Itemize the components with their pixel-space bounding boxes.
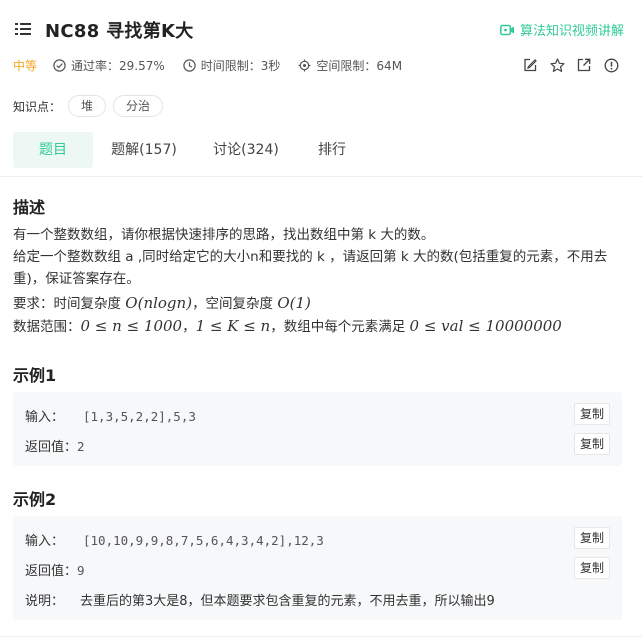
range-sep: ， — [182, 319, 196, 335]
tab-discussion[interactable]: 讨论(324) — [195, 132, 297, 168]
example-2-input-copy-button[interactable]: 复制 — [574, 527, 610, 549]
description-line-2: 给定一个整数数组 a ,同时给定它的大小n和要找的 k ，请返回第 k 大的数(… — [13, 249, 608, 287]
star-icon[interactable] — [548, 56, 566, 74]
video-link-label: 算法知识视频讲解 — [519, 24, 624, 39]
tags-label: 知识点： — [13, 99, 62, 114]
tab-ranking[interactable]: 排行 — [297, 132, 367, 168]
output-label: 返回值： — [25, 440, 78, 455]
example-2-input-value: [10,10,9,9,8,7,5,6,4,3,4,2],12,3 — [83, 533, 324, 548]
req-time-complexity: O(nlogn) — [125, 294, 193, 312]
clock-icon — [183, 58, 196, 72]
example-2-explanation: 去重后的第3大是8，但本题要求包含重复的元素，不用去重，所以输出9 — [80, 594, 495, 609]
problem-meta: 中等 通过率：29.57% 时间限制：3秒 空间限制：64M — [13, 57, 420, 73]
external-link-icon[interactable] — [575, 56, 593, 74]
range-prefix: 数据范围： — [13, 319, 81, 335]
pass-rate: 通过率：29.57% — [53, 57, 165, 74]
example-2-explanation-row: 说明： 去重后的第3大是8，但本题要求包含重复的元素，不用去重，所以输出9 — [25, 590, 495, 609]
explanation-label: 说明： — [25, 594, 65, 609]
tab-problem[interactable]: 题目 — [13, 132, 93, 168]
problem-tabs: 题目 题解(157) 讨论(324) 排行 — [13, 132, 367, 168]
chip-icon — [298, 59, 311, 71]
description-heading: 描述 — [13, 198, 46, 217]
time-limit-text: 时间限制：3秒 — [200, 58, 281, 73]
input-label: 输入： — [25, 534, 65, 549]
time-limit: 时间限制：3秒 — [183, 57, 281, 74]
example-2-output-copy-button[interactable]: 复制 — [574, 557, 610, 579]
example-1-box: 输入： [1,3,5,2,2],5,3 复制 返回值：2 复制 — [13, 392, 622, 466]
input-label: 输入： — [25, 410, 65, 425]
req-prefix: 要求：时间复杂度 — [13, 296, 126, 312]
example-2-heading: 示例2 — [13, 490, 57, 509]
example-1-input-value: [1,3,5,2,2],5,3 — [83, 409, 196, 424]
complexity-requirement: 要求：时间复杂度 O(nlogn)，空间复杂度 O(1) — [13, 292, 625, 315]
range-n: 0 ≤ n ≤ 1000 — [80, 317, 183, 335]
example-1-output-copy-button[interactable]: 复制 — [574, 433, 610, 455]
space-limit-text: 空间限制：64M — [316, 58, 403, 73]
example-1-output-row: 返回值：2 — [25, 436, 85, 455]
example-2-input-row: 输入： [10,10,9,9,8,7,5,6,4,3,4,2],12,3 — [25, 530, 324, 549]
check-circle-icon — [53, 58, 66, 72]
video-explanation-link[interactable]: 算法知识视频讲解 — [500, 20, 624, 39]
range-k: 1 ≤ K ≤ n — [195, 317, 271, 335]
problem-header: NC88 寻找第K大 算法知识视频讲解 — [0, 0, 642, 58]
space-limit: 空间限制：64M — [298, 57, 402, 74]
description-line-1: 有一个整数数组，请你根据快速排序的思路，找出数组中第 k 大的数。 — [13, 227, 435, 243]
data-range: 数据范围：0 ≤ n ≤ 1000，1 ≤ K ≤ n，数组中每个元素满足 0 … — [13, 315, 625, 338]
info-icon[interactable] — [602, 56, 620, 74]
difficulty-badge: 中等 — [13, 58, 38, 73]
example-1-output-value: 2 — [77, 439, 85, 454]
req-mid: ，空间复杂度 — [192, 296, 278, 312]
problem-title: NC88 寻找第K大 — [45, 21, 194, 42]
example-2-output-row: 返回值：9 — [25, 560, 85, 579]
output-label: 返回值： — [25, 564, 78, 579]
tag-divide-and-conquer[interactable]: 分治 — [113, 95, 164, 117]
example-1-input-copy-button[interactable]: 复制 — [574, 403, 610, 425]
tab-solutions[interactable]: 题解(157) — [93, 132, 195, 168]
edit-icon[interactable] — [521, 56, 539, 74]
problem-description: 有一个整数数组，请你根据快速排序的思路，找出数组中第 k 大的数。 给定一个整数… — [13, 224, 625, 338]
example-1-heading: 示例1 — [13, 366, 57, 385]
tag-heap[interactable]: 堆 — [68, 95, 107, 117]
example-2-output-value: 9 — [77, 563, 85, 578]
knowledge-tags: 知识点： 堆 分治 — [13, 94, 164, 118]
bottom-divider — [0, 636, 642, 637]
range-val: 0 ≤ val ≤ 10000000 — [409, 317, 562, 335]
example-1-input-row: 输入： [1,3,5,2,2],5,3 — [25, 406, 196, 425]
req-space-complexity: O(1) — [277, 294, 311, 312]
example-2-box: 输入： [10,10,9,9,8,7,5,6,4,3,4,2],12,3 复制 返… — [13, 516, 622, 620]
tabs-divider — [0, 176, 642, 177]
problem-actions — [512, 56, 620, 74]
list-icon[interactable] — [15, 23, 31, 36]
video-icon — [500, 24, 514, 35]
range-mid: ，数组中每个元素满足 — [270, 319, 410, 335]
pass-rate-text: 通过率：29.57% — [71, 58, 165, 73]
